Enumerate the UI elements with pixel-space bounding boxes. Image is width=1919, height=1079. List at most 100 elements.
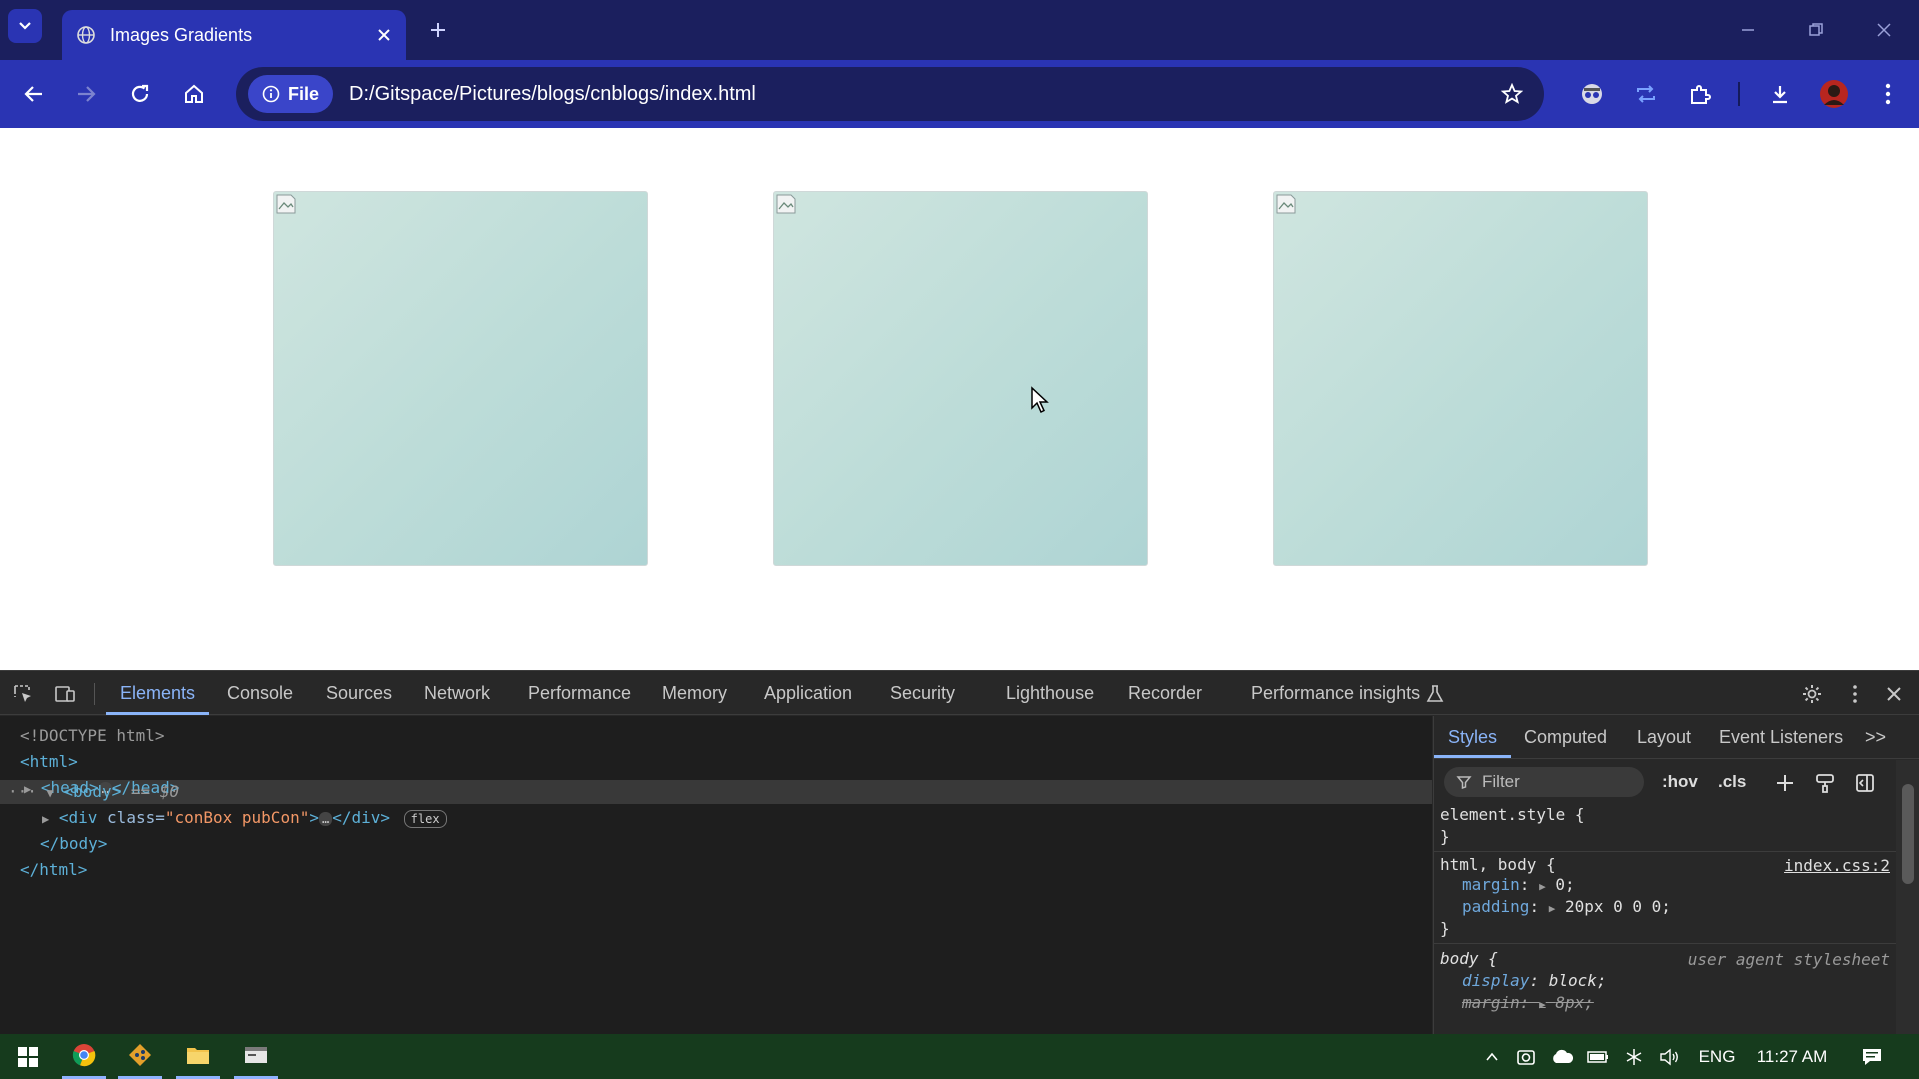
expand-triangle-icon[interactable]: ▶ [42, 812, 49, 826]
kebab-menu-icon[interactable] [1844, 683, 1866, 705]
more-actions-icon[interactable]: ··· [8, 782, 37, 801]
extension-incognito-button[interactable] [1574, 76, 1610, 112]
site-info-chip[interactable]: File [248, 75, 334, 113]
input-language[interactable]: ENG [1692, 1034, 1742, 1079]
extensions-button[interactable] [1682, 76, 1718, 112]
tab-memory[interactable]: Memory [662, 671, 727, 715]
more-tabs-button[interactable]: >> [1865, 716, 1886, 758]
taskbar-file-explorer[interactable] [176, 1034, 220, 1079]
paint-brush-icon[interactable] [1814, 772, 1836, 794]
tab-computed[interactable]: Computed [1524, 716, 1607, 758]
tab-console[interactable]: Console [227, 671, 293, 715]
tab-security[interactable]: Security [890, 671, 955, 715]
tab-event-listeners[interactable]: Event Listeners [1719, 716, 1843, 758]
close-icon[interactable] [376, 27, 392, 43]
arrow-left-icon [24, 86, 42, 102]
styles-scrollbar[interactable] [1896, 760, 1919, 1035]
network-icon [1626, 1048, 1642, 1065]
rule-padding-decl[interactable]: padding: ▶ 20px 0 0 0; [1462, 896, 1671, 918]
toggle-sidebar-icon[interactable] [1854, 772, 1876, 794]
downloads-button[interactable] [1762, 76, 1798, 112]
rule-html-body-selector[interactable]: html, body { [1440, 854, 1556, 876]
tab-performance-insights[interactable]: Performance insights [1251, 671, 1420, 715]
tab-lighthouse[interactable]: Lighthouse [1006, 671, 1094, 715]
rule-margin-overridden-decl[interactable]: margin: ▶ 8px; [1462, 992, 1594, 1014]
broken-image-icon [776, 194, 796, 214]
dom-html-close[interactable]: </html> [20, 858, 87, 882]
taskbar-terminal[interactable] [234, 1034, 278, 1079]
extension-sync-button[interactable] [1628, 76, 1664, 112]
tab-images-gradients[interactable]: Images Gradients [62, 10, 406, 60]
profile-avatar[interactable] [1816, 76, 1852, 112]
reload-button[interactable] [122, 76, 158, 112]
body-close-tag: </body> [40, 834, 108, 853]
styles-filter-input[interactable]: Filter [1444, 767, 1644, 797]
browser-menu-button[interactable] [1870, 76, 1906, 112]
tab-layout[interactable]: Layout [1637, 716, 1691, 758]
clock[interactable]: 11:27 AM [1748, 1034, 1836, 1079]
notifications-button[interactable] [1852, 1034, 1892, 1079]
new-tab-button[interactable] [424, 16, 452, 44]
forward-button[interactable] [68, 76, 104, 112]
address-bar[interactable]: File D:/Gitspace/Pictures/blogs/cnblogs/… [236, 67, 1544, 121]
dom-body-close[interactable]: </body> [40, 832, 107, 856]
collapse-triangle-icon[interactable]: ▼ [47, 786, 54, 800]
restore-button[interactable] [1794, 14, 1838, 46]
tray-volume[interactable] [1656, 1034, 1684, 1079]
dom-body[interactable]: ··· ▼ <body> == $0 [8, 780, 179, 804]
back-button[interactable] [16, 76, 52, 112]
close-window-button[interactable] [1862, 14, 1906, 46]
rule-source-link[interactable]: index.css:2 [1784, 856, 1890, 875]
show-hidden-icons-button[interactable] [1478, 1034, 1506, 1079]
rule-display-decl[interactable]: display: block; [1462, 970, 1607, 992]
div-open-tag: <div [58, 808, 108, 827]
url-text[interactable]: D:/Gitspace/Pictures/blogs/cnblogs/index… [349, 83, 1492, 106]
start-button[interactable] [6, 1034, 50, 1079]
rule-body-ua-selector[interactable]: body { [1440, 948, 1498, 970]
tab-styles[interactable]: Styles [1434, 716, 1512, 758]
rule-divider [1434, 943, 1896, 944]
speaker-icon [1660, 1048, 1678, 1065]
home-button[interactable] [176, 76, 212, 112]
chevron-down-icon [19, 22, 31, 30]
taskbar-chrome[interactable] [62, 1034, 106, 1079]
minimize-button[interactable] [1726, 14, 1770, 46]
tray-network[interactable] [1620, 1034, 1648, 1079]
language-label: ENG [1698, 1046, 1736, 1066]
dom-html-open[interactable]: <html> [20, 750, 78, 774]
tab-elements[interactable]: Elements [106, 671, 210, 715]
tray-battery[interactable] [1584, 1034, 1612, 1079]
html-close-tag: </html> [20, 860, 88, 879]
terminal-icon [245, 1047, 267, 1063]
tab-performance[interactable]: Performance [528, 671, 631, 715]
tray-onedrive[interactable] [1548, 1034, 1576, 1079]
tab-sources[interactable]: Sources [326, 671, 392, 715]
rule-margin-decl[interactable]: margin: ▶ 0; [1462, 874, 1575, 896]
dom-doctype[interactable]: <!DOCTYPE html> [20, 724, 165, 748]
plus-icon [431, 23, 445, 37]
tray-app-icon[interactable] [1512, 1034, 1540, 1079]
settings-gear-icon[interactable] [1801, 683, 1823, 705]
close-icon[interactable] [1883, 683, 1905, 705]
html-open-tag: <html> [20, 752, 78, 771]
flex-badge[interactable]: flex [403, 809, 447, 828]
devtools-tabbar: Elements Console Sources Network Perform… [0, 671, 1919, 715]
rule-element-style-selector[interactable]: element.style { [1440, 804, 1585, 826]
taskbar-git-app[interactable] [118, 1034, 162, 1079]
bookmark-button[interactable] [1492, 74, 1532, 114]
dom-div-conbox[interactable]: ▶ <div class="conBox pubCon">… </div> fle… [42, 806, 447, 830]
filter-icon [1456, 776, 1472, 790]
class-toggle[interactable]: .cls [1718, 768, 1746, 796]
tab-search-button[interactable] [8, 9, 42, 43]
tab-network[interactable]: Network [424, 671, 490, 715]
collapsed-ellipsis[interactable]: … [318, 811, 333, 826]
globe-icon [77, 26, 95, 44]
scrollbar-thumb[interactable] [1902, 784, 1914, 884]
inspect-element-icon[interactable] [12, 683, 34, 705]
hover-state-toggle[interactable]: :hov [1662, 768, 1698, 796]
tab-recorder[interactable]: Recorder [1128, 671, 1202, 715]
tab-application[interactable]: Application [764, 671, 852, 715]
device-toolbar-icon[interactable] [54, 683, 76, 705]
browser-toolbar: File D:/Gitspace/Pictures/blogs/cnblogs/… [0, 60, 1919, 128]
new-rule-icon[interactable] [1774, 772, 1796, 794]
